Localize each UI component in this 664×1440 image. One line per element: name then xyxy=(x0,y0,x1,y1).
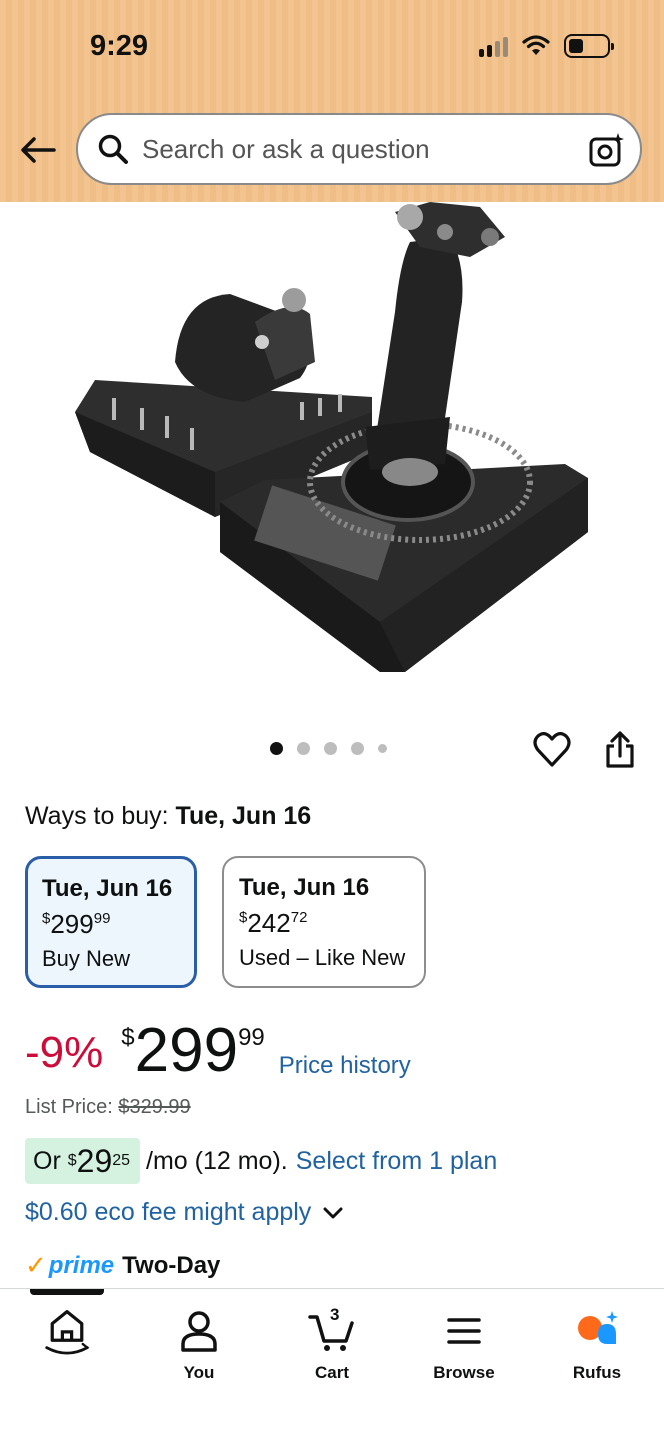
nav-rufus[interactable]: Rufus xyxy=(542,1307,652,1383)
battery-icon xyxy=(564,34,614,58)
carousel-dot[interactable] xyxy=(378,744,387,753)
nav-label: Cart xyxy=(314,1363,349,1382)
discount-percent: -9% xyxy=(25,1028,104,1077)
prime-check-icon: ✓ xyxy=(25,1250,47,1280)
back-button[interactable] xyxy=(18,130,58,170)
option-condition: Used – Like New xyxy=(239,945,406,970)
user-icon xyxy=(175,1307,223,1355)
status-icons xyxy=(479,34,614,58)
option-condition: Buy New xyxy=(42,946,131,971)
nav-you[interactable]: You xyxy=(144,1307,254,1383)
price-currency: $ xyxy=(121,1024,135,1051)
active-tab-indicator xyxy=(30,1289,104,1295)
list-price: List Price: $329.99 xyxy=(25,1096,191,1119)
carousel-dot[interactable] xyxy=(270,742,283,755)
menu-icon xyxy=(440,1307,488,1355)
camera-search-icon[interactable] xyxy=(588,131,626,169)
cart-count: 3 xyxy=(330,1305,340,1324)
product-image[interactable] xyxy=(0,202,664,722)
option-price: $29999 xyxy=(42,909,111,939)
nav-label: Rufus xyxy=(572,1363,622,1382)
option-price: $24272 xyxy=(239,908,308,938)
back-arrow-icon xyxy=(21,137,56,163)
price-fraction: 99 xyxy=(238,1024,265,1051)
image-carousel-dots xyxy=(270,742,387,755)
ways-to-buy-heading: Ways to buy: Tue, Jun 16 xyxy=(25,802,311,831)
buy-option-new[interactable]: Tue, Jun 16 $29999 Buy New xyxy=(25,856,197,988)
nav-label: You xyxy=(183,1363,215,1382)
search-icon xyxy=(96,132,130,166)
header: 9:29 Search or ask a question xyxy=(0,0,664,202)
list-price-value: $329.99 xyxy=(118,1096,191,1118)
option-date: Tue, Jun 16 xyxy=(239,874,370,901)
search-bar[interactable]: Search or ask a question xyxy=(76,113,642,185)
status-time: 9:29 xyxy=(90,30,149,62)
nav-home[interactable] xyxy=(12,1307,122,1355)
carousel-dot[interactable] xyxy=(297,742,310,755)
carousel-dot[interactable] xyxy=(351,742,364,755)
ways-to-buy-date: Tue, Jun 16 xyxy=(175,802,312,830)
bottom-nav: You 3 Cart Browse Rufus xyxy=(0,1288,664,1440)
price-whole: 299 xyxy=(134,1016,239,1085)
buy-option-used[interactable]: Tue, Jun 16 $24272 Used – Like New xyxy=(222,856,426,988)
option-date: Tue, Jun 16 xyxy=(42,875,173,902)
search-placeholder: Search or ask a question xyxy=(142,133,430,164)
nav-browse[interactable]: Browse xyxy=(409,1307,519,1383)
eco-fee-toggle[interactable]: $0.60 eco fee might apply xyxy=(25,1198,343,1227)
select-plan-link[interactable]: Select from 1 plan xyxy=(296,1147,498,1176)
nav-label: Browse xyxy=(433,1363,495,1382)
prime-delivery: ✓ prime Two-Day xyxy=(25,1250,220,1281)
heart-icon[interactable] xyxy=(532,730,572,770)
price-block: -9% $ 299 99 Price history xyxy=(25,1020,411,1084)
prime-logo: prime xyxy=(48,1251,115,1279)
cart-icon: 3 xyxy=(308,1305,356,1355)
share-icon[interactable] xyxy=(600,730,640,770)
installment-row: Or $29 25 /mo (12 mo). Select from 1 plan xyxy=(25,1138,497,1184)
nav-cart[interactable]: 3 Cart xyxy=(277,1305,387,1383)
price-history-link[interactable]: Price history xyxy=(279,1052,411,1080)
wifi-icon xyxy=(522,35,550,55)
home-icon xyxy=(43,1307,91,1355)
cellular-signal-icon xyxy=(479,35,508,57)
eco-fee-text: $0.60 eco fee might apply xyxy=(25,1198,312,1226)
ways-to-buy-label: Ways to buy: xyxy=(25,802,169,830)
chevron-down-icon xyxy=(323,1207,343,1218)
list-price-label: List Price: xyxy=(25,1096,113,1118)
installment-price: Or $29 25 xyxy=(25,1138,141,1184)
rufus-icon xyxy=(573,1307,621,1355)
delivery-speed: Two-Day xyxy=(122,1251,221,1279)
carousel-dot[interactable] xyxy=(324,742,337,755)
installment-terms: /mo (12 mo). xyxy=(146,1146,288,1175)
